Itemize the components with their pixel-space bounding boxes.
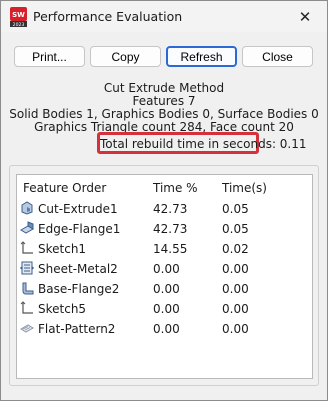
time-percent: 42.73 (153, 222, 188, 236)
window-close-button[interactable]: ✕ (283, 1, 327, 32)
table-row[interactable]: Sketch1 14.55 0.02 (17, 239, 312, 259)
feature-name: Sheet-Metal2 (38, 262, 118, 276)
table-row[interactable]: Sheet-Metal2 0.00 0.00 (17, 259, 312, 279)
flat-pattern-icon (20, 324, 34, 333)
time-percent: 0.00 (153, 282, 180, 296)
time-percent: 0.00 (153, 262, 180, 276)
table-row[interactable]: Sketch5 0.00 0.00 (17, 299, 312, 319)
feature-name: Base-Flange2 (38, 282, 120, 296)
performance-evaluation-window: SW 2023 Performance Evaluation ✕ Print..… (0, 0, 328, 401)
time-percent: 42.73 (153, 202, 188, 216)
sketch-icon (20, 301, 33, 314)
feature-table[interactable]: Feature Order Time % Time(s) Cut-Extrude… (16, 174, 313, 379)
time-percent: 0.00 (153, 322, 180, 336)
base-flange-icon (22, 282, 34, 295)
feature-name: Flat-Pattern2 (38, 322, 116, 336)
column-header-time-seconds[interactable]: Time(s) (222, 181, 267, 195)
time-percent: 14.55 (153, 242, 188, 256)
cut-extrude-icon (21, 201, 33, 215)
window-title: Performance Evaluation (33, 9, 183, 24)
solidworks-app-icon: SW 2023 (10, 7, 27, 27)
copy-button[interactable]: Copy (90, 46, 161, 67)
close-icon: ✕ (298, 7, 312, 26)
time-percent: 0.00 (153, 302, 180, 316)
print-button[interactable]: Print... (14, 46, 85, 67)
time-seconds: 0.05 (222, 202, 249, 216)
edge-flange-icon (20, 221, 34, 234)
feature-name: Sketch1 (38, 242, 87, 256)
close-button[interactable]: Close (242, 46, 313, 67)
refresh-button[interactable]: Refresh (166, 46, 237, 67)
table-row[interactable]: Flat-Pattern2 0.00 0.00 (17, 319, 312, 339)
time-seconds: 0.00 (222, 322, 249, 336)
table-row[interactable]: Cut-Extrude1 42.73 0.05 (17, 199, 312, 219)
rebuild-time-highlight: Total rebuild time in seconds: 0.11 (97, 132, 307, 154)
table-row[interactable]: Base-Flange2 0.00 0.00 (17, 279, 312, 299)
time-seconds: 0.00 (222, 302, 249, 316)
svg-text:SW: SW (12, 11, 25, 19)
column-header-time-percent[interactable]: Time % (153, 181, 198, 195)
time-seconds: 0.05 (222, 222, 249, 236)
time-seconds: 0.00 (222, 262, 249, 276)
time-seconds: 0.00 (222, 282, 249, 296)
feature-name: Cut-Extrude1 (38, 202, 118, 216)
column-header-feature-order[interactable]: Feature Order (23, 181, 106, 195)
title-bar[interactable]: SW 2023 Performance Evaluation ✕ (1, 1, 327, 32)
total-rebuild-time: Total rebuild time in seconds: 0.11 (100, 137, 307, 151)
time-seconds: 0.02 (222, 242, 249, 256)
feature-name: Edge-Flange1 (38, 222, 121, 236)
sheet-metal-icon (20, 261, 34, 275)
table-row[interactable]: Edge-Flange1 42.73 0.05 (17, 219, 312, 239)
sketch-icon (20, 241, 33, 254)
feature-name: Sketch5 (38, 302, 87, 316)
svg-text:2023: 2023 (13, 22, 25, 27)
